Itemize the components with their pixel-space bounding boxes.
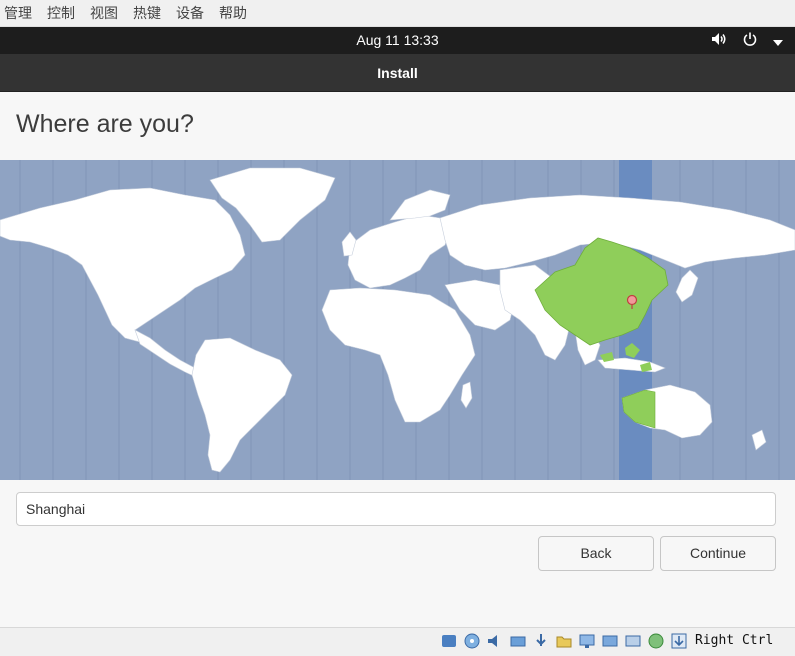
usb-icon[interactable] <box>532 632 550 650</box>
network-icon[interactable] <box>509 632 527 650</box>
clock[interactable]: Aug 11 13:33 <box>0 27 795 54</box>
volume-icon[interactable] <box>711 31 727 50</box>
system-top-bar: Aug 11 13:33 <box>0 27 795 54</box>
shared-folder-icon[interactable] <box>555 632 573 650</box>
storage-icon[interactable] <box>440 632 458 650</box>
display-icon[interactable] <box>578 632 596 650</box>
power-icon[interactable] <box>743 31 757 50</box>
window-titlebar: Install <box>0 54 795 92</box>
installer-page: Where are you? Shanghai Back Continue <box>0 92 795 627</box>
timezone-map[interactable] <box>0 160 795 480</box>
globe-icon[interactable] <box>647 632 665 650</box>
world-map-graphic <box>0 160 795 480</box>
host-menu-view[interactable]: 视图 <box>90 3 118 23</box>
timezone-input[interactable]: Shanghai <box>16 492 776 526</box>
host-menu-hotkey[interactable]: 热键 <box>133 3 161 23</box>
video-capture-icon[interactable] <box>601 632 619 650</box>
host-menu-manage[interactable]: 管理 <box>4 3 32 23</box>
optical-drive-icon[interactable] <box>463 632 481 650</box>
chevron-down-icon[interactable] <box>773 31 783 50</box>
host-menu-help[interactable]: 帮助 <box>219 3 247 23</box>
host-key-label: Right Ctrl <box>695 633 774 648</box>
download-icon[interactable] <box>670 632 688 650</box>
window-title: Install <box>377 65 418 81</box>
audio-icon[interactable] <box>486 632 504 650</box>
host-menu-control[interactable]: 控制 <box>47 3 75 23</box>
host-menu-devices[interactable]: 设备 <box>176 3 204 23</box>
system-tray[interactable] <box>711 27 783 54</box>
continue-button[interactable]: Continue <box>660 536 776 571</box>
vm-status-icons <box>440 632 688 650</box>
back-button[interactable]: Back <box>538 536 654 571</box>
page-title: Where are you? <box>16 110 194 138</box>
recording-icon[interactable] <box>624 632 642 650</box>
vm-status-bar: Right Ctrl <box>0 627 795 656</box>
host-menubar: 管理 控制 视图 热键 设备 帮助 <box>0 0 795 27</box>
